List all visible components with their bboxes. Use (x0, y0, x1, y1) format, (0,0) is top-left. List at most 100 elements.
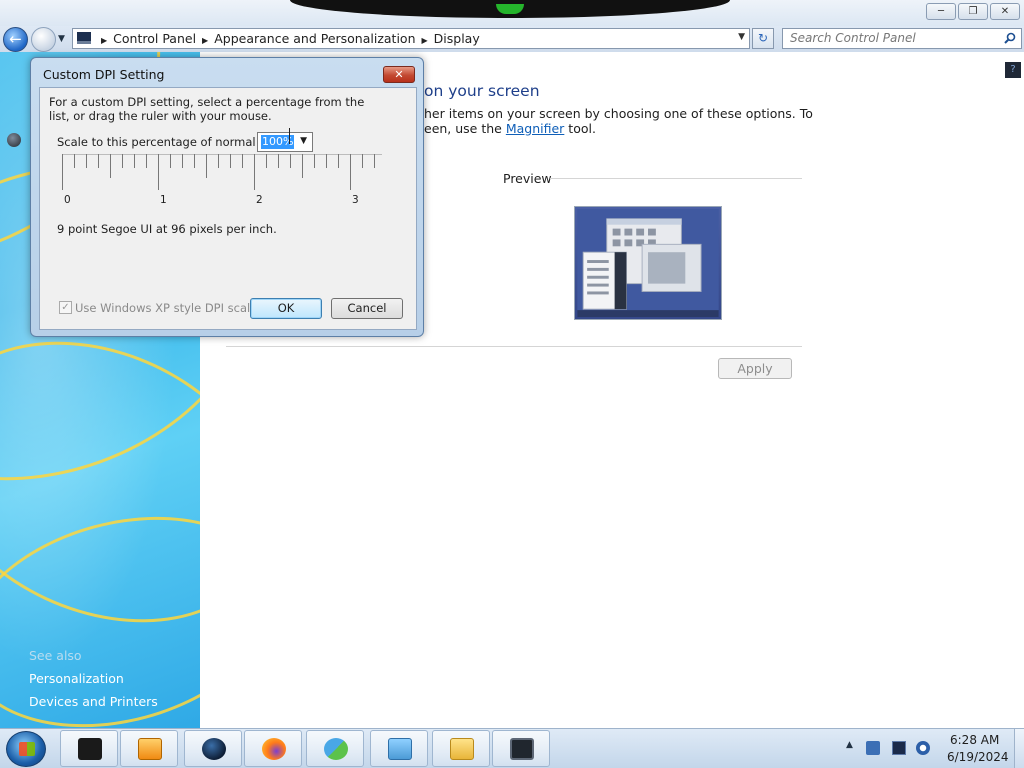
ruler-minor-tick (242, 154, 243, 168)
show-desktop-button[interactable] (1014, 729, 1024, 768)
ruler-minor-tick (122, 154, 123, 168)
xp-dpi-checkbox[interactable]: ✓ (59, 301, 72, 314)
chevron-right-icon: ▶ (101, 36, 108, 45)
ruler-minor-tick (314, 154, 315, 168)
search-icon[interactable] (1004, 32, 1016, 44)
ruler-minor-tick (326, 154, 327, 168)
chevron-down-icon[interactable]: ▼ (300, 136, 307, 146)
description-prefix: een, use the (424, 121, 506, 136)
people-icon (324, 738, 348, 760)
ruler-minor-tick (194, 154, 195, 168)
taskbar-people[interactable] (306, 730, 364, 767)
scale-label: Scale to this percentage of normal size: (57, 135, 286, 149)
windows-logo-icon (19, 742, 35, 756)
sidebar-orb-icon (7, 133, 21, 147)
clock-time[interactable]: 6:28 AM (950, 733, 999, 747)
refresh-button[interactable]: ↻ (752, 28, 774, 49)
notch-glow (496, 4, 524, 14)
start-button[interactable] (6, 731, 46, 767)
control-panel-icon (77, 32, 91, 44)
display-icon (510, 738, 534, 760)
ok-button[interactable]: OK (250, 298, 322, 319)
ruler-minor-tick (338, 154, 339, 168)
preview-label: Preview (503, 171, 552, 186)
chevron-right-icon: ▶ (202, 36, 209, 45)
forward-button[interactable] (31, 27, 56, 52)
scale-percentage-combo[interactable]: 100% ▼ (257, 132, 313, 152)
ruler-number: 3 (352, 194, 359, 206)
description-line2: een, use the Magnifier tool. (424, 121, 596, 136)
ruler-minor-tick (74, 154, 75, 168)
clock-date[interactable]: 6/19/2024 (947, 750, 1009, 764)
dark-globe-icon (202, 738, 226, 760)
dialog-body (39, 87, 417, 330)
restore-button[interactable]: ❐ (958, 3, 988, 20)
ruler-major-tick (158, 154, 159, 190)
xp-dpi-label: Use Windows XP style DPI scaling (75, 301, 269, 315)
breadcrumb-display[interactable]: Display (434, 31, 480, 46)
apply-button[interactable]: Apply (718, 358, 792, 379)
ruler-minor-tick (230, 154, 231, 168)
ruler-major-tick (62, 154, 63, 190)
ruler-minor-tick (278, 154, 279, 168)
ruler-minor-tick (110, 154, 111, 178)
ruler-major-tick (350, 154, 351, 190)
breadcrumb-control-panel[interactable]: Control Panel (113, 31, 196, 46)
back-button[interactable]: ← (3, 27, 28, 52)
ruler-minor-tick (362, 154, 363, 168)
taskbar-control-panel[interactable] (370, 730, 428, 767)
cancel-button[interactable]: Cancel (331, 298, 403, 319)
search-input[interactable]: Search Control Panel (782, 28, 1022, 49)
volume-icon[interactable] (916, 741, 930, 755)
ruler-minor-tick (146, 154, 147, 168)
ruler-minor-tick (206, 154, 207, 178)
history-dropdown-icon[interactable]: ▼ (58, 34, 65, 44)
minimize-button[interactable]: ─ (926, 3, 956, 20)
network-icon[interactable] (866, 741, 880, 755)
devices-and-printers-link[interactable]: Devices and Printers (29, 694, 158, 709)
ruler-minor-tick (134, 154, 135, 168)
breadcrumb: ▶ Control Panel ▶ Appearance and Personaliz… (95, 31, 480, 46)
ruler-minor-tick (182, 154, 183, 168)
font-description: 9 point Segoe UI at 96 pixels per inch. (57, 222, 277, 236)
firefox-icon (262, 738, 286, 760)
display-preview-image (574, 206, 722, 320)
ruler-number: 1 (160, 194, 167, 206)
taskbar-media-player[interactable] (120, 730, 178, 767)
dialog-title: Custom DPI Setting (43, 67, 165, 82)
taskbar-globe-app[interactable] (184, 730, 242, 767)
search-placeholder: Search Control Panel (790, 31, 916, 45)
ruler-minor-tick (98, 154, 99, 168)
ruler-minor-tick (374, 154, 375, 168)
magnifier-link[interactable]: Magnifier (506, 121, 564, 136)
monitor-tray-icon[interactable] (892, 741, 906, 755)
personalization-link[interactable]: Personalization (29, 671, 124, 686)
chevron-down-icon[interactable]: ▼ (738, 32, 745, 42)
taskbar-firefox[interactable] (244, 730, 302, 767)
address-bar[interactable]: ▶ Control Panel ▶ Appearance and Personaliz… (72, 28, 750, 49)
dpi-ruler[interactable]: 0 1 2 3 (62, 154, 382, 206)
ruler-minor-tick (170, 154, 171, 168)
breadcrumb-appearance[interactable]: Appearance and Personalization (214, 31, 415, 46)
taskbar-display[interactable] (492, 730, 550, 767)
see-also-heading: See also (29, 648, 82, 663)
media-player-icon (138, 738, 162, 760)
close-window-button[interactable]: ✕ (990, 3, 1020, 20)
taskbar-terminal[interactable] (60, 730, 118, 767)
control-panel-icon (388, 738, 412, 760)
ruler-minor-tick (86, 154, 87, 168)
chevron-up-icon[interactable]: ▲ (846, 740, 853, 750)
ruler-number: 0 (64, 194, 71, 206)
dialog-close-button[interactable]: ✕ (383, 66, 415, 83)
page-title: on your screen (424, 82, 540, 100)
ruler-minor-tick (266, 154, 267, 168)
description-suffix: tool. (564, 121, 596, 136)
help-icon[interactable]: ? (1005, 62, 1021, 78)
terminal-app-icon (78, 738, 102, 760)
custom-dpi-dialog: Custom DPI Setting ✕ For a custom DPI se… (30, 57, 424, 337)
preview-divider (550, 178, 802, 179)
chevron-right-icon: ▶ (421, 36, 428, 45)
taskbar-file-explorer[interactable] (432, 730, 490, 767)
ruler-minor-tick (290, 154, 291, 168)
ruler-major-tick (254, 154, 255, 190)
